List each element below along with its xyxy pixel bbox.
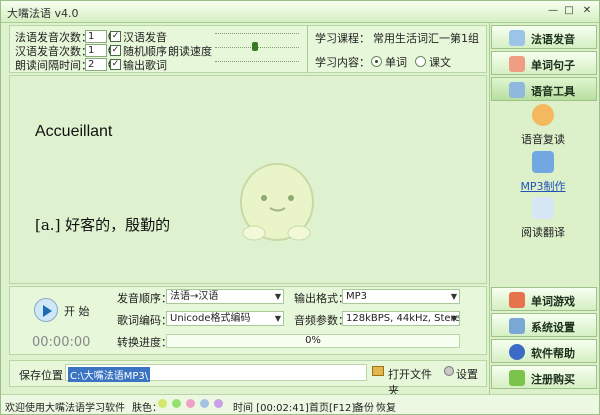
tool-mp3-maker[interactable]: MP3制作 bbox=[513, 151, 573, 194]
french-count-spinner[interactable]: 1▲▼ bbox=[85, 30, 113, 43]
play-icon bbox=[43, 305, 52, 317]
maximize-icon[interactable]: □ bbox=[561, 4, 577, 19]
repeat-reading-icon bbox=[532, 104, 554, 126]
close-icon[interactable]: ✕ bbox=[579, 4, 595, 19]
backup-link[interactable]: 备份 bbox=[354, 399, 374, 414]
skin-dot-blue[interactable] bbox=[200, 399, 209, 408]
interval-spinner[interactable]: 2▲▼ bbox=[85, 58, 113, 71]
register-icon bbox=[509, 370, 525, 386]
tools-icon bbox=[509, 82, 525, 98]
game-icon bbox=[509, 292, 525, 308]
chinese-pron-checkbox[interactable]: ✓ bbox=[110, 31, 121, 42]
sidebar-item-word-game[interactable]: 单词游戏 bbox=[491, 287, 597, 311]
timer-display: 00:00:00 bbox=[32, 335, 91, 350]
save-path-field[interactable]: C:\大嘴法语MP3\ bbox=[65, 364, 367, 382]
order-label: 发音顺序： bbox=[117, 292, 172, 305]
start-button[interactable]: 开 始 bbox=[34, 295, 106, 329]
book-icon bbox=[509, 30, 525, 46]
course-label: 学习课程： bbox=[315, 32, 370, 45]
course-value: 常用生活词汇一第1组 bbox=[373, 32, 479, 45]
read-speed-label: 朗读速度 bbox=[168, 45, 212, 58]
title-bar: 大嘴法语 v4.0 — □ ✕ bbox=[1, 1, 599, 23]
settings-label: 设置 bbox=[456, 368, 478, 381]
sidebar-item-help[interactable]: 软件帮助 bbox=[491, 339, 597, 363]
translate-icon bbox=[532, 197, 554, 219]
books-icon bbox=[509, 56, 525, 72]
progress-label: 转换进度： bbox=[117, 336, 172, 349]
settings-button[interactable]: 设置 bbox=[444, 364, 482, 382]
home-link[interactable]: 首页[F12] bbox=[309, 399, 355, 414]
sidebar-item-french-pron[interactable]: 法语发音 bbox=[491, 25, 597, 49]
course-divider bbox=[307, 25, 308, 73]
display-word: Accueillant bbox=[35, 123, 113, 140]
speed-bottom-line bbox=[215, 61, 299, 62]
status-welcome: 欢迎使用大嘴法语学习软件 bbox=[5, 403, 125, 414]
help-icon bbox=[509, 344, 525, 360]
speed-slider-handle[interactable] bbox=[252, 42, 258, 51]
output-lyrics-label: 输出歌词 bbox=[123, 59, 167, 72]
word-radio[interactable] bbox=[371, 56, 382, 67]
audio-select[interactable]: 128kBPS, 44kHz, Sterec ▼ bbox=[342, 311, 460, 326]
sidebar-item-voice-tools[interactable]: 语音工具 bbox=[491, 77, 597, 101]
text-radio[interactable] bbox=[415, 56, 426, 67]
random-order-checkbox[interactable]: ✓ bbox=[110, 45, 121, 56]
interval-label: 朗读间隔时间： bbox=[15, 59, 92, 72]
open-folder-button[interactable]: 打开文件夹 bbox=[372, 364, 442, 397]
tool-repeat-reading[interactable]: 语音复读 bbox=[513, 104, 573, 147]
tool-reading-translate[interactable]: 阅读翻译 bbox=[513, 197, 573, 240]
sidebar-item-register[interactable]: 注册购买 bbox=[491, 365, 597, 389]
minimize-icon[interactable]: — bbox=[545, 4, 561, 19]
encoding-select[interactable]: Unicode格式编码 ▼ bbox=[166, 311, 284, 326]
sidebar-item-system-settings[interactable]: 系统设置 bbox=[491, 313, 597, 337]
format-label: 输出格式： bbox=[294, 292, 349, 305]
restore-link[interactable]: 恢复 bbox=[376, 399, 396, 414]
order-select[interactable]: 法语→汉语 ▼ bbox=[166, 289, 284, 304]
text-radio-label: 课文 bbox=[429, 56, 451, 69]
start-label: 开 始 bbox=[64, 305, 90, 318]
mp3-icon bbox=[532, 151, 554, 173]
speed-top-line bbox=[215, 33, 299, 34]
encoding-label: 歌词编码： bbox=[117, 314, 172, 327]
audio-label: 音频参数： bbox=[294, 314, 349, 327]
content-label: 学习内容： bbox=[315, 56, 370, 69]
settings-icon bbox=[509, 318, 525, 334]
sidebar-item-word-sentence[interactable]: 单词句子 bbox=[491, 51, 597, 75]
chinese-count-spinner[interactable]: 1▲▼ bbox=[85, 44, 113, 57]
skin-dot-pink[interactable] bbox=[186, 399, 195, 408]
conversion-progress: 0% bbox=[166, 334, 460, 348]
folder-icon bbox=[372, 366, 384, 376]
output-lyrics-checkbox[interactable]: ✓ bbox=[110, 59, 121, 70]
word-radio-label: 单词 bbox=[385, 56, 407, 69]
window-title: 大嘴法语 v4.0 bbox=[7, 7, 79, 20]
skin-dot-yellow[interactable] bbox=[158, 399, 167, 408]
display-definition: [a.] 好客的，殷勤的 bbox=[35, 216, 171, 234]
status-bar: 欢迎使用大嘴法语学习软件 肤色： 时间 [00:02:41] 首页[F12] 备… bbox=[1, 394, 599, 414]
skin-dot-green[interactable] bbox=[172, 399, 181, 408]
skin-dot-purple[interactable] bbox=[214, 399, 223, 408]
main-window: 大嘴法语 v4.0 — □ ✕ 法语发音次数： 1▲▼ 汉语发音次数： 1▲▼ … bbox=[0, 0, 600, 415]
gear-icon bbox=[444, 366, 454, 376]
format-select[interactable]: MP3 ▼ bbox=[342, 289, 460, 304]
status-time: 时间 [00:02:41] bbox=[233, 403, 309, 414]
mascot-icon bbox=[240, 163, 314, 241]
